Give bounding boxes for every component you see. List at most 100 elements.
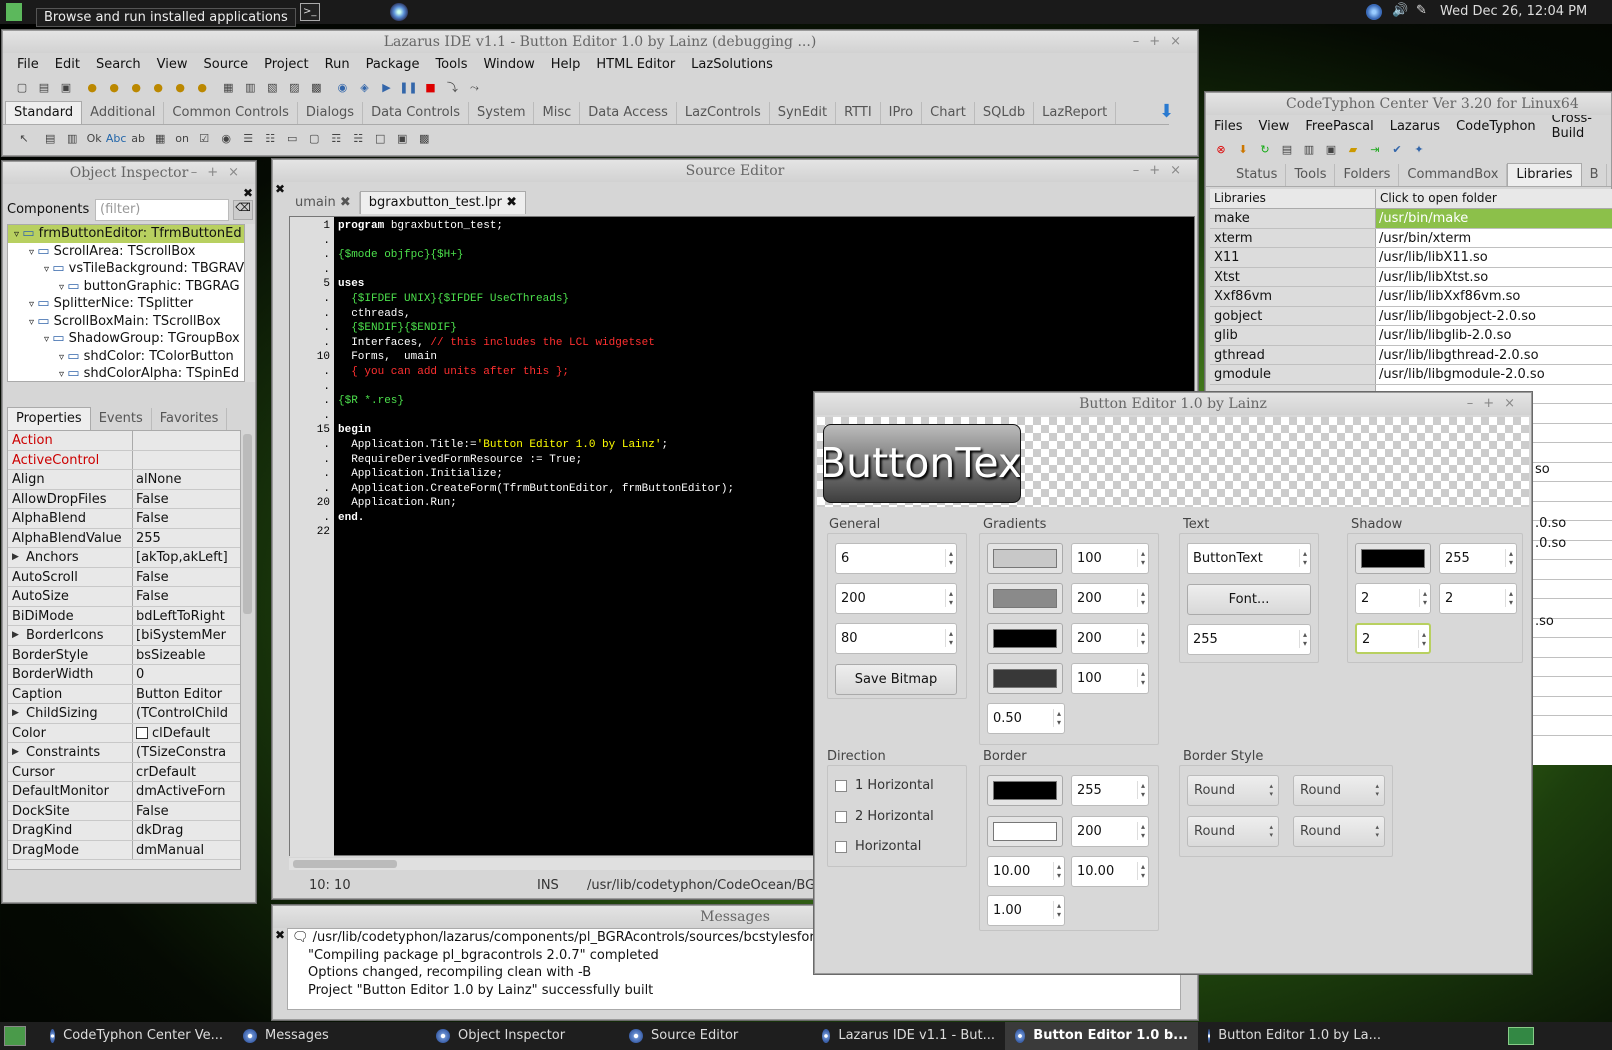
debug-icon[interactable]: ◉	[332, 78, 352, 98]
close-icon[interactable]: ✖	[243, 186, 253, 200]
groupbox-icon[interactable]: ▢	[304, 128, 324, 148]
property-row[interactable]: Color clDefault	[8, 723, 240, 743]
property-value[interactable]: bdLeftToRight	[133, 607, 240, 626]
menu-item[interactable]: Project	[256, 57, 316, 72]
menu-item[interactable]: Source	[195, 57, 256, 72]
combobox-icon[interactable]: ☷	[260, 128, 280, 148]
taskbar-item[interactable]: Object Inspector	[426, 1022, 619, 1050]
gradient-alpha-4[interactable]: 100	[1071, 663, 1149, 694]
property-value[interactable]: bsSizeable	[133, 646, 240, 665]
toggle-form-icon[interactable]: ▦	[218, 78, 238, 98]
menu-item[interactable]: Search	[88, 57, 149, 72]
menu-item[interactable]: Package	[358, 57, 428, 72]
property-value[interactable]: (TSizeConstra	[133, 743, 240, 762]
palette-tab[interactable]: Misc	[534, 102, 581, 124]
tree-expander-icon[interactable]: ▿	[29, 317, 37, 328]
property-row[interactable]: ▶ ChildSizing (TControlChild	[8, 704, 240, 724]
step-over-icon[interactable]: ⤳	[464, 78, 484, 98]
menu-item[interactable]: CodeTyphon	[1448, 119, 1544, 134]
property-value[interactable]: False	[133, 568, 240, 587]
button-editor-titlebar[interactable]: Button Editor 1.0 by Lainz –+×	[815, 393, 1531, 415]
library-row[interactable]: Xxf86vm/usr/lib/libXxf86vm.so	[1210, 287, 1612, 307]
library-row[interactable]: gmodule/usr/lib/libgmodule-2.0.so	[1210, 365, 1612, 385]
tree-expander-icon[interactable]: ▿	[44, 334, 52, 345]
property-value[interactable]	[133, 451, 240, 470]
refresh-icon[interactable]: ↻	[1255, 139, 1275, 159]
property-value[interactable]	[133, 431, 240, 450]
palette-tab[interactable]: System	[469, 102, 535, 124]
tray-typhon-icon[interactable]	[1366, 4, 1382, 20]
terminal-icon[interactable]: ▣	[1321, 139, 1341, 159]
message-line[interactable]: Project "Button Editor 1.0 by Lainz" suc…	[288, 982, 1180, 1000]
palette-tab[interactable]: SQLdb	[975, 102, 1035, 124]
radiobutton-icon[interactable]: ◉	[216, 128, 236, 148]
memo-icon[interactable]: ▦	[150, 128, 170, 148]
property-row[interactable]: AlphaBlendValue 255	[8, 528, 240, 548]
radiogroup-icon[interactable]: ☶	[326, 128, 346, 148]
palette-tab[interactable]: Data Controls	[363, 102, 469, 124]
border-alpha-1[interactable]: 255	[1071, 775, 1149, 806]
expand-icon[interactable]: ▶	[12, 626, 19, 645]
editor-tab[interactable]: umain ✖	[287, 192, 360, 214]
mint-menu-icon[interactable]	[6, 3, 22, 21]
menu-item[interactable]: LazSolutions	[683, 57, 781, 72]
border-style-bottom-left[interactable]: Round	[1187, 816, 1279, 847]
component-filter-input[interactable]: (filter)	[95, 199, 229, 221]
editor-tab[interactable]: bgraxbutton_test.lpr ✖	[359, 191, 526, 214]
property-row[interactable]: DragMode dmManual	[8, 840, 240, 860]
edit-icon[interactable]: ab	[128, 128, 148, 148]
menu-item[interactable]: Window	[475, 57, 542, 72]
property-value[interactable]: False	[133, 587, 240, 606]
shadow-offset-y-spin[interactable]: 2	[1439, 583, 1517, 614]
lazarus-titlebar[interactable]: Lazarus IDE v1.1 - Button Editor 1.0 by …	[3, 31, 1197, 53]
menu-item[interactable]: FreePascal	[1297, 119, 1381, 134]
library-path[interactable]: /usr/lib/libgthread-2.0.so	[1376, 345, 1612, 364]
palette-tab[interactable]: Dialogs	[298, 102, 364, 124]
property-value[interactable]: dmActiveForn	[133, 782, 240, 801]
border-radius-y[interactable]: 10.00	[1071, 856, 1149, 887]
property-row[interactable]: AutoScroll False	[8, 567, 240, 587]
property-row[interactable]: ActiveControl	[8, 450, 240, 470]
source-editor-titlebar[interactable]: Source Editor –+×	[273, 160, 1197, 182]
save-all-icon[interactable]: ●	[126, 78, 146, 98]
stop-icon[interactable]: ⊗	[1211, 139, 1231, 159]
gradient-alpha-3[interactable]: 200	[1071, 623, 1149, 654]
library-row[interactable]: glib/usr/lib/libglib-2.0.so	[1210, 326, 1612, 346]
build-all-icon[interactable]: ▤	[1277, 139, 1297, 159]
property-row[interactable]: Align alNone	[8, 470, 240, 490]
property-value[interactable]: crDefault	[133, 763, 240, 782]
library-row[interactable]: gobject/usr/lib/libgobject-2.0.so	[1210, 306, 1612, 326]
gradient-alpha-2[interactable]: 200	[1071, 583, 1149, 614]
save-icon[interactable]: ●	[104, 78, 124, 98]
shadow-color-button[interactable]	[1355, 543, 1431, 574]
checkbox[interactable]	[835, 840, 847, 853]
taskbar-item[interactable]: CodeTyphon Center Ve...	[40, 1022, 233, 1050]
library-path[interactable]: /usr/bin/make	[1376, 209, 1612, 228]
help-icon[interactable]: ✦	[1409, 139, 1429, 159]
property-row[interactable]: BiDiMode bdLeftToRight	[8, 606, 240, 626]
tree-scrollbar[interactable]	[245, 224, 255, 382]
tree-expander-icon[interactable]: ▿	[59, 352, 67, 363]
exit-icon[interactable]: ⇥	[1365, 139, 1385, 159]
tree-node[interactable]: ▿ ▭ shdColorAlpha: TSpinEd	[8, 365, 244, 381]
property-value[interactable]: dkDrag	[133, 821, 240, 840]
menu-item[interactable]: View	[1251, 119, 1298, 134]
palette-tab[interactable]: RTTI	[836, 102, 881, 124]
popupmenu-icon[interactable]: ▥	[62, 128, 82, 148]
frame-icon[interactable]: ▣	[392, 128, 412, 148]
object-inspector-titlebar[interactable]: Object Inspector –+×	[3, 162, 255, 184]
property-row[interactable]: ▶ Constraints (TSizeConstra	[8, 743, 240, 763]
close-messages-icon[interactable]: ✖	[275, 928, 285, 942]
width-spin[interactable]: 200	[835, 583, 957, 614]
library-row[interactable]: xterm/usr/bin/xterm	[1210, 228, 1612, 248]
download-arrow-icon[interactable]: ⬇	[1159, 101, 1181, 122]
shadow-blur-spin[interactable]: 2	[1355, 623, 1431, 654]
codetyphon-launcher-icon[interactable]	[390, 3, 408, 21]
mainmenu-icon[interactable]: ▤	[40, 128, 60, 148]
gradient-alpha-1[interactable]: 100	[1071, 543, 1149, 574]
taskbar-item[interactable]: Button Editor 1.0 b...	[1005, 1022, 1198, 1050]
direction-option-1[interactable]: 1 Horizontal	[835, 778, 934, 793]
codetyphon-tab[interactable]: Libraries	[1507, 163, 1582, 186]
terminal-launcher-icon[interactable]: >_	[300, 3, 320, 21]
property-row[interactable]: AllowDropFiles False	[8, 489, 240, 509]
